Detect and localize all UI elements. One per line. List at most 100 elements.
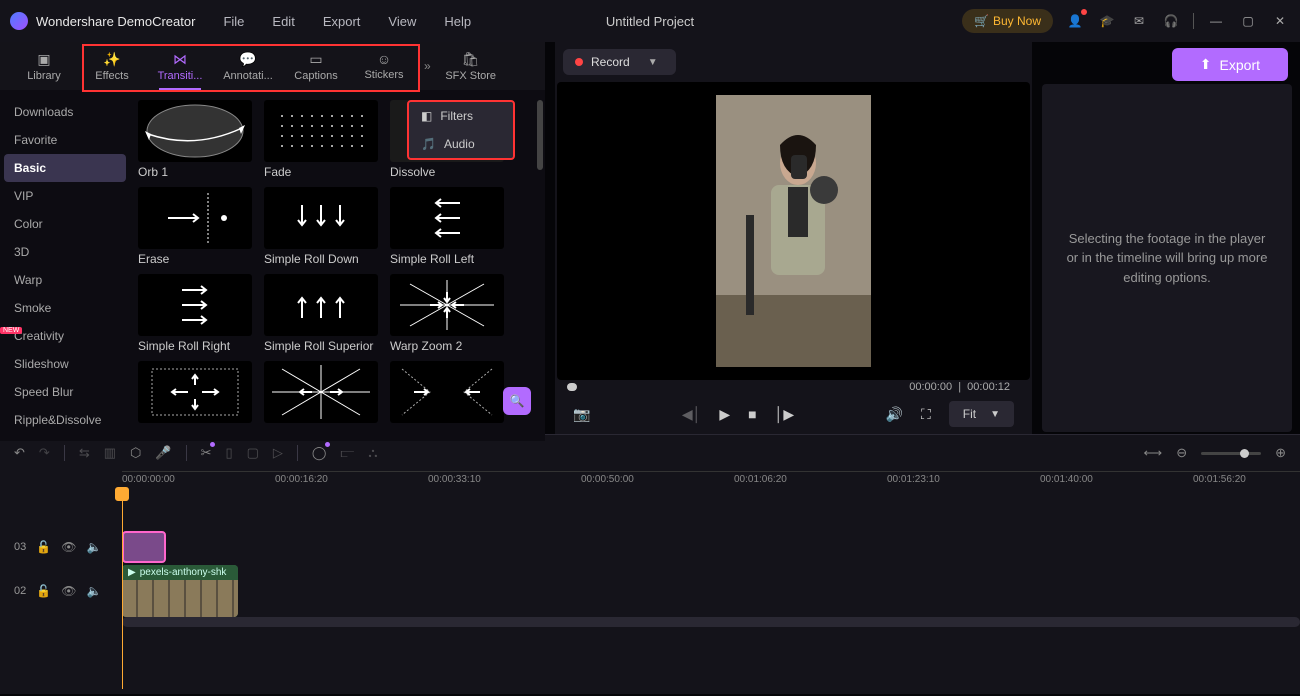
snapshot-icon[interactable]: 📷 [573, 406, 590, 423]
split-icon[interactable]: ⇆ [79, 445, 90, 461]
cursor-effects-icon[interactable]: ✂ [201, 445, 212, 461]
tab-label: Transiti... [158, 70, 203, 82]
buy-now-button[interactable]: 🛒 Buy Now [962, 9, 1053, 33]
search-button[interactable]: 🔍 [503, 387, 531, 415]
transition-item[interactable] [390, 361, 504, 423]
fullscreen-icon[interactable]: ⛶ [921, 406, 931, 423]
stop-icon[interactable]: ■ [748, 406, 756, 422]
tab-transitions[interactable]: ⋈Transiti... [146, 42, 214, 90]
sidebar-item-3d[interactable]: 3D [0, 238, 130, 266]
volume-icon[interactable]: 🔊 [886, 406, 903, 423]
time-display: 00:00:00 | 00:00:12 [909, 381, 1010, 393]
academy-icon[interactable]: 🎓 [1097, 11, 1117, 31]
marker-icon[interactable]: ⬡ [130, 445, 141, 461]
play-icon[interactable]: ▶ [719, 406, 730, 423]
inspector-panel: Selecting the footage in the player or i… [1042, 84, 1292, 432]
transition-item[interactable]: Simple Roll Left [390, 187, 504, 266]
tab-annotations[interactable]: 💬Annotati... [214, 42, 282, 90]
timeline-scrollbar[interactable] [122, 617, 1300, 627]
tab-effects[interactable]: ✨ Effects [78, 42, 146, 90]
undo-icon[interactable]: ↶ [14, 445, 25, 461]
clip-transition[interactable] [122, 531, 166, 563]
menu-edit[interactable]: Edit [272, 14, 294, 29]
record-button[interactable]: Record ▼ [563, 49, 676, 75]
menu-file[interactable]: File [223, 14, 244, 29]
minimize-icon[interactable]: — [1206, 11, 1226, 31]
tab-captions[interactable]: ▭Captions [282, 42, 350, 90]
track-02[interactable]: 02 🔓 👁 🔈 ▶pexels-anthony-shk [0, 569, 1300, 613]
eye-icon[interactable]: 👁 [61, 540, 76, 554]
asset-tabs: ▣Library ✨ Effects ⋈Transiti... 💬Annotati… [0, 42, 545, 90]
sidebar-item-downloads[interactable]: Downloads [0, 98, 130, 126]
transition-label: Simple Roll Down [264, 252, 378, 266]
maximize-icon[interactable]: ▢ [1238, 11, 1258, 31]
tab-library[interactable]: ▣Library [10, 42, 78, 90]
cut-icon[interactable]: ▯ [225, 445, 232, 461]
tab-stickers[interactable]: ☺Stickers [350, 42, 418, 90]
zoom-slider[interactable] [1201, 452, 1261, 455]
scrollbar[interactable] [537, 100, 543, 170]
adjust-icon[interactable]: ⫍ [340, 445, 354, 461]
more-tabs-chevron-icon[interactable]: » [418, 59, 437, 73]
next-frame-icon[interactable]: │▶ [775, 406, 795, 423]
mute-icon[interactable]: 🔈 [86, 540, 101, 554]
sidebar-item-speed-blur[interactable]: Speed Blur [0, 378, 130, 406]
effects-icon: ✨ [103, 51, 120, 68]
track-03[interactable]: 03 🔓 👁 🔈 [0, 529, 1300, 565]
menu-view[interactable]: View [388, 14, 416, 29]
export-button[interactable]: ⬆ Export [1172, 48, 1288, 81]
transition-item[interactable]: Erase [138, 187, 252, 266]
sidebar-item-basic[interactable]: Basic [4, 154, 126, 182]
close-icon[interactable]: ✕ [1270, 11, 1290, 31]
voiceover-icon[interactable]: 🎤 [155, 445, 171, 461]
tab-sfx-store[interactable]: 🛍SFX Store [437, 42, 505, 90]
screenshot-icon[interactable]: ▢ [247, 445, 259, 461]
menu-help[interactable]: Help [444, 14, 471, 29]
sidebar-item-ripple-dissolve[interactable]: Ripple&Dissolve [0, 406, 130, 434]
video-preview[interactable] [557, 82, 1030, 380]
dropdown-item-filters[interactable]: ◧Filters [409, 102, 513, 130]
progress-thumb[interactable] [567, 383, 577, 391]
fit-timeline-icon[interactable]: ⟷ [1144, 445, 1163, 461]
mail-icon[interactable]: ✉ [1129, 11, 1149, 31]
user-account-icon[interactable]: 👤 [1065, 11, 1085, 31]
transition-item[interactable] [138, 361, 252, 423]
sidebar-item-warp[interactable]: Warp [0, 266, 130, 294]
lock-icon[interactable]: 🔓 [36, 540, 51, 554]
sidebar-item-vip[interactable]: VIP [0, 182, 130, 210]
sidebar-item-favorite[interactable]: Favorite [0, 126, 130, 154]
transition-item[interactable]: Simple Roll Down [264, 187, 378, 266]
menu-export[interactable]: Export [323, 14, 361, 29]
transition-label: Simple Roll Right [138, 339, 252, 353]
redo-icon[interactable]: ↷ [39, 445, 50, 461]
progress-bar[interactable]: 00:00:00 | 00:00:12 [555, 380, 1032, 394]
clip-video[interactable]: ▶pexels-anthony-shk [122, 565, 238, 617]
zoom-in-icon[interactable]: ⊕ [1275, 445, 1286, 461]
sidebar-item-smoke[interactable]: Smoke [0, 294, 130, 322]
playhead[interactable] [122, 489, 123, 689]
support-icon[interactable]: 🎧 [1161, 11, 1181, 31]
zoom-out-icon[interactable]: ⊖ [1176, 445, 1187, 461]
transition-item[interactable]: Warp Zoom 2 [390, 274, 504, 353]
timeline-ruler[interactable]: 00:00:00:00 00:00:16:20 00:00:33:10 00:0… [122, 471, 1300, 489]
lock-icon[interactable]: 🔓 [36, 584, 51, 598]
transition-item[interactable] [264, 361, 378, 423]
mute-icon[interactable]: 🔈 [86, 584, 101, 598]
sidebar-item-color[interactable]: Color [0, 210, 130, 238]
captions-icon: ▭ [309, 51, 322, 68]
speed-icon[interactable]: ▷ [273, 445, 283, 461]
sidebar-item-creativity[interactable]: NEWCreativity [0, 322, 130, 350]
sidebar-item-slideshow[interactable]: Slideshow [0, 350, 130, 378]
prev-frame-icon[interactable]: ◀│ [682, 406, 702, 423]
zoom-fit-select[interactable]: Fit ▼ [949, 401, 1014, 427]
transition-item[interactable]: Fade [264, 100, 378, 179]
group-icon[interactable]: ⛬ [368, 445, 377, 461]
tab-label: Effects [95, 70, 128, 82]
transition-item[interactable]: Orb 1 [138, 100, 252, 179]
crop-icon[interactable]: ▥ [104, 445, 116, 461]
eye-icon[interactable]: 👁 [61, 584, 76, 598]
transition-item[interactable]: Simple Roll Superior [264, 274, 378, 353]
transition-item[interactable]: Simple Roll Right [138, 274, 252, 353]
audio-tool-icon[interactable]: ◯ [312, 445, 327, 461]
dropdown-item-audio[interactable]: 🎵Audio [409, 130, 513, 158]
